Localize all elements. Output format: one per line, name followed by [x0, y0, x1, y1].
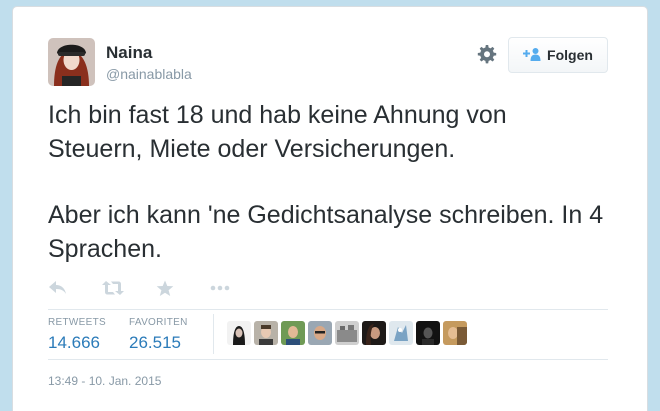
tweet-text: Ich bin fast 18 und hab keine Ahnung von…	[48, 98, 608, 266]
favoriter-avatar[interactable]	[362, 321, 386, 345]
follow-button[interactable]: Folgen	[508, 37, 608, 73]
favoriter-avatar[interactable]	[308, 321, 332, 345]
star-icon[interactable]	[156, 277, 210, 299]
add-user-icon	[523, 47, 541, 64]
favoriter-avatar[interactable]	[254, 321, 278, 345]
favoriter-avatars	[227, 321, 467, 345]
tweet-paragraph: Ich bin fast 18 und hab keine Ahnung von…	[48, 101, 507, 163]
retweets-count[interactable]: 14.666	[48, 333, 106, 353]
favoriter-avatar[interactable]	[335, 321, 359, 345]
tweet-actions	[48, 277, 264, 299]
favorites-count[interactable]: 26.515	[129, 333, 188, 353]
stats-divider-bottom	[48, 359, 608, 360]
favorites-stat[interactable]: FAVORITEN 26.515	[129, 317, 188, 353]
tweet-card: Naina @nainablabla Folgen Ich bin fast 1…	[12, 6, 648, 411]
favorites-label: FAVORITEN	[129, 317, 188, 328]
retweets-label: RETWEETS	[48, 317, 106, 328]
follow-button-label: Folgen	[547, 47, 593, 63]
favoriter-avatar[interactable]	[416, 321, 440, 345]
retweets-stat[interactable]: RETWEETS 14.666	[48, 317, 106, 353]
stats-divider-vertical	[213, 314, 214, 354]
favoriter-avatar[interactable]	[443, 321, 467, 345]
favoriter-avatar[interactable]	[281, 321, 305, 345]
tweet-timestamp[interactable]: 13:49 - 10. Jan. 2015	[48, 374, 161, 388]
gear-icon[interactable]	[475, 43, 499, 67]
author-handle[interactable]: @nainablabla	[106, 66, 192, 82]
more-icon[interactable]	[210, 277, 264, 299]
tweet-paragraph: Aber ich kann 'ne Gedichtsanalyse schrei…	[48, 201, 604, 263]
stats-divider-top	[48, 309, 608, 310]
author-avatar[interactable]	[48, 38, 95, 86]
author-name[interactable]: Naina	[106, 43, 152, 63]
reply-icon[interactable]	[48, 277, 102, 299]
retweet-icon[interactable]	[102, 277, 156, 299]
favoriter-avatar[interactable]	[389, 321, 413, 345]
favoriter-avatar[interactable]	[227, 321, 251, 345]
